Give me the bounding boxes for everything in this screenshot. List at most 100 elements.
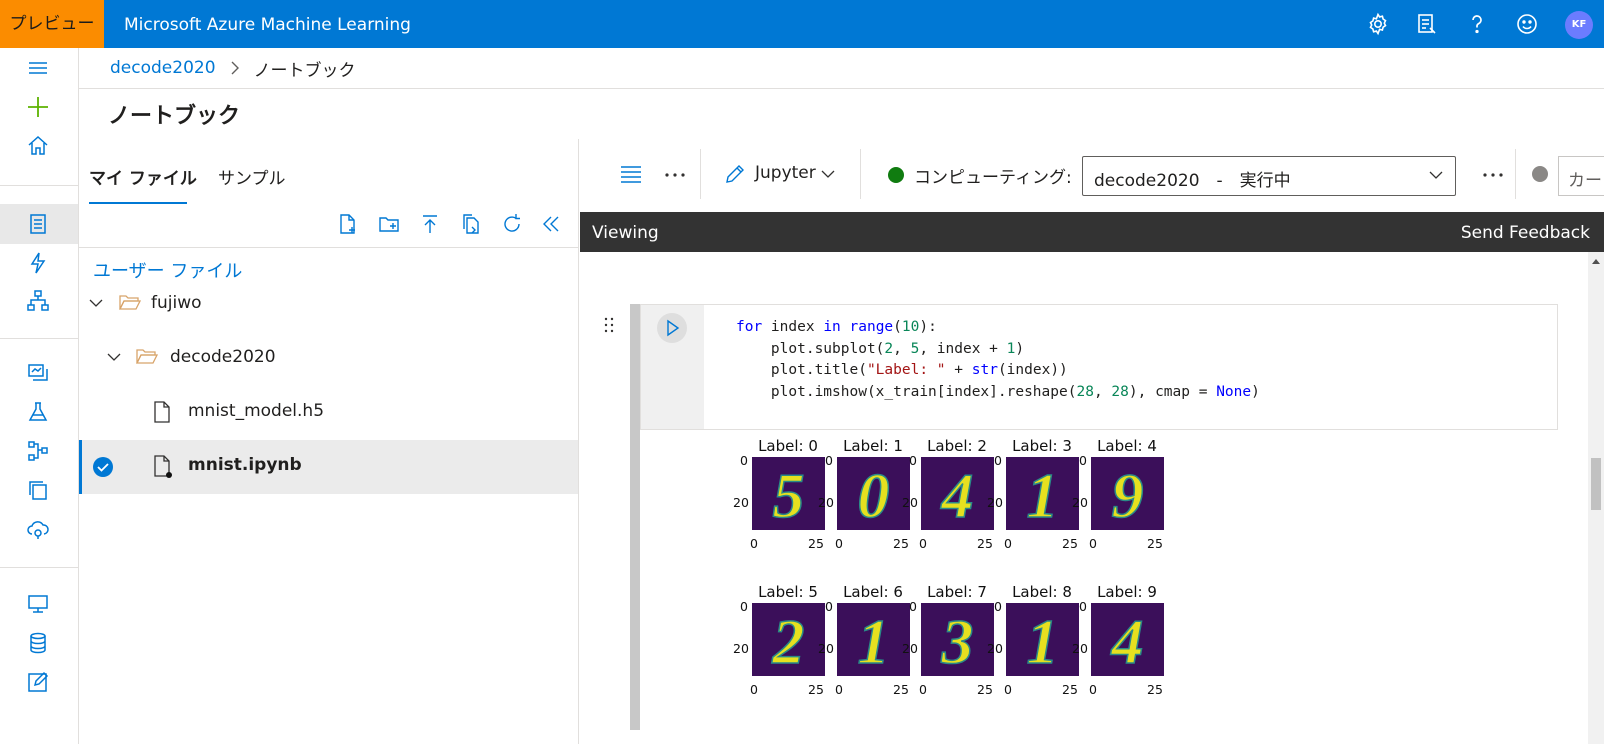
kernel-select[interactable]: カー [1558, 156, 1604, 196]
new-folder-icon[interactable] [378, 213, 400, 235]
top-bar: プレビュー Microsoft Azure Machine Learning K… [0, 0, 1604, 48]
drag-handle-icon[interactable] [604, 317, 614, 333]
feedback-list-icon[interactable] [1415, 12, 1439, 36]
tab-my-files[interactable]: マイ ファイル [89, 164, 197, 189]
app-title[interactable]: Microsoft Azure Machine Learning [124, 0, 411, 50]
more-options-icon[interactable] [664, 172, 686, 178]
code-cell-input[interactable]: for index in range(10): plot.subplot(2, … [640, 304, 1558, 430]
code-editor[interactable]: for index in range(10): plot.subplot(2, … [736, 317, 1260, 403]
rail-divider [0, 567, 78, 568]
models-icon[interactable] [26, 478, 50, 502]
designer-icon[interactable] [26, 289, 50, 313]
checkmark-circle-icon[interactable] [92, 456, 114, 478]
x-tick-label: 0 [750, 682, 758, 697]
clone-files-icon[interactable] [460, 213, 482, 235]
y-tick-label: 20 [733, 495, 749, 510]
rail-divider [0, 338, 78, 339]
experiments-flask-icon[interactable] [26, 400, 50, 424]
tree-item-label: fujiwo [151, 293, 202, 313]
pipelines-icon[interactable] [26, 439, 50, 463]
y-tick-label: 0 [909, 453, 917, 468]
x-tick-label: 0 [1004, 682, 1012, 697]
chevron-down-icon[interactable] [107, 352, 121, 362]
cell-prompt-area [641, 305, 704, 429]
smiley-icon[interactable] [1515, 12, 1539, 36]
y-tick-label: 0 [825, 599, 833, 614]
compute-status-dot [887, 166, 905, 184]
y-tick-label: 20 [818, 641, 834, 656]
tree-file-mnist-model[interactable]: mnist_model.h5 [79, 386, 578, 440]
outline-list-icon[interactable] [620, 164, 642, 184]
preview-badge: プレビュー [0, 0, 104, 48]
subplot-title: Label: 6 [843, 583, 903, 601]
subplot-title: Label: 4 [1097, 437, 1157, 455]
tab-samples[interactable]: サンプル [218, 164, 286, 189]
breadcrumb-workspace-link[interactable]: decode2020 [110, 58, 216, 78]
x-tick-label: 25 [1147, 536, 1163, 551]
datasets-icon[interactable] [26, 361, 50, 385]
tree-folder-decode2020[interactable]: decode2020 [79, 332, 578, 386]
more-options-icon[interactable] [1482, 172, 1504, 178]
digit-image: 2 [752, 603, 825, 676]
x-tick-label: 25 [893, 682, 909, 697]
help-icon[interactable] [1465, 12, 1489, 36]
x-tick-label: 0 [835, 682, 843, 697]
y-tick-label: 0 [994, 599, 1002, 614]
tree-folder-fujiwo[interactable]: fujiwo [79, 278, 578, 332]
page-title: ノートブック [108, 104, 241, 129]
notebook-file-icon [153, 455, 175, 479]
digit-image: 5 [752, 457, 825, 530]
upload-icon[interactable] [419, 213, 441, 235]
svg-text:5: 5 [773, 460, 805, 530]
folder-open-icon [119, 293, 141, 311]
subplot-title: Label: 1 [843, 437, 903, 455]
x-tick-label: 0 [919, 536, 927, 551]
kernel-status-dot [1531, 165, 1549, 183]
compute-select[interactable]: decode2020 - 実行中 [1082, 156, 1456, 196]
compute-icon[interactable] [26, 592, 50, 616]
scroll-up-arrow-icon[interactable] [1592, 258, 1600, 264]
file-explorer-panel: マイ ファイル サンプル ユーザー ファイル fujiwo decode2020… [79, 139, 579, 744]
svg-text:2: 2 [772, 606, 805, 676]
run-cell-button[interactable] [657, 313, 687, 343]
code-line: plot.title("Label: " + str(index)) [736, 362, 1068, 378]
svg-text:1: 1 [1027, 460, 1059, 530]
scrollbar-thumb[interactable] [1591, 458, 1601, 510]
send-feedback-link[interactable]: Send Feedback [1461, 223, 1590, 243]
x-tick-label: 25 [1147, 682, 1163, 697]
divider [700, 149, 701, 199]
collapse-panel-icon[interactable] [540, 213, 562, 235]
tree-file-mnist-notebook[interactable]: mnist.ipynb [79, 440, 578, 494]
subplot-title: Label: 8 [1012, 583, 1072, 601]
datastores-icon[interactable] [26, 631, 50, 655]
chevron-down-icon[interactable] [821, 170, 835, 179]
tree-item-label: mnist.ipynb [188, 455, 302, 475]
automl-icon[interactable] [26, 251, 50, 275]
x-tick-label: 25 [977, 536, 993, 551]
avatar[interactable]: KF [1565, 11, 1593, 39]
y-tick-label: 20 [987, 641, 1003, 656]
x-tick-label: 0 [1004, 536, 1012, 551]
kernel-select-value: カー [1568, 171, 1602, 191]
endpoints-icon[interactable] [26, 517, 50, 541]
create-new-plus-icon[interactable] [26, 95, 50, 119]
notebook-icon[interactable] [26, 212, 50, 236]
x-tick-label: 25 [977, 682, 993, 697]
y-tick-label: 0 [1079, 599, 1087, 614]
chevron-down-icon[interactable] [89, 298, 103, 308]
svg-text:1: 1 [1027, 606, 1059, 676]
y-tick-label: 0 [1079, 453, 1087, 468]
x-tick-label: 25 [808, 682, 824, 697]
new-file-icon[interactable] [337, 213, 359, 235]
settings-icon[interactable] [1366, 12, 1390, 36]
subplot-title: Label: 0 [758, 437, 818, 455]
viewing-bar: Viewing Send Feedback [580, 212, 1604, 252]
vertical-scrollbar[interactable] [1588, 252, 1604, 744]
refresh-icon[interactable] [501, 213, 523, 235]
editor-mode-dropdown[interactable]: Jupyter [755, 163, 816, 183]
y-tick-label: 20 [733, 641, 749, 656]
data-labeling-icon[interactable] [26, 670, 50, 694]
chevron-down-icon[interactable] [1429, 171, 1443, 180]
home-icon[interactable] [26, 134, 50, 158]
hamburger-menu-icon[interactable] [26, 56, 50, 80]
